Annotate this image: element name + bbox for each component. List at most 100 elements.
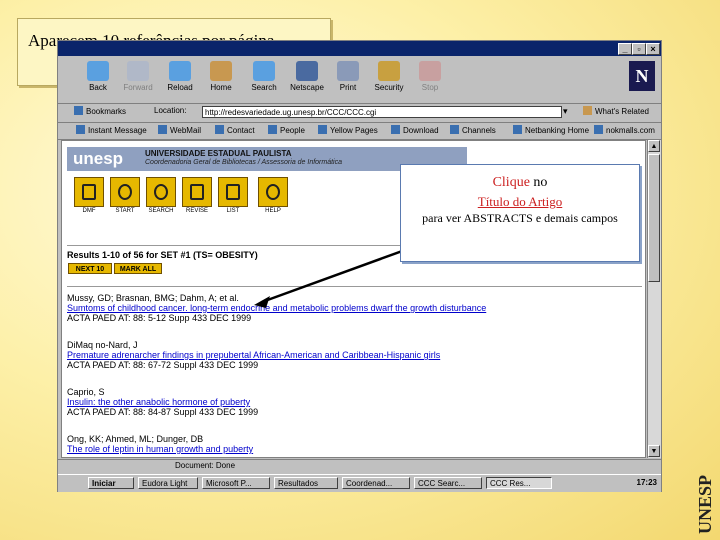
maximize-button[interactable]: ▫: [632, 43, 646, 55]
title-bar: _ ▫ ×: [58, 41, 661, 56]
callout-rest: para ver ABSTRACTS e demais campos: [422, 211, 618, 225]
bookmark-icon: [215, 125, 224, 134]
bookmark-icon: [76, 125, 85, 134]
next-10-button[interactable]: NEXT 10: [68, 263, 112, 274]
pt-yellow-pages[interactable]: Yellow Pages: [318, 125, 378, 135]
magnifier-icon: [146, 177, 176, 207]
pt-netbanking[interactable]: Netbanking Home: [513, 125, 589, 135]
print-button[interactable]: Print: [326, 61, 370, 92]
netscape-logo: N: [629, 61, 655, 91]
status-text: Document: Done: [175, 461, 236, 470]
scroll-up-icon[interactable]: ▲: [648, 140, 660, 152]
pt-people[interactable]: People: [268, 125, 305, 135]
task-eudora[interactable]: Eudora Light: [138, 477, 198, 489]
security-button[interactable]: Security: [367, 61, 411, 92]
home-icon: [74, 177, 104, 207]
whats-related-button[interactable]: What's Related: [583, 106, 649, 116]
record-1: Mussy, GD; Brasnan, BMG; Dahm, A; et al.…: [67, 293, 486, 323]
record-source: ACTA PAED AT: 88: 5-12 Supp 433 DEC 1999: [67, 313, 252, 323]
home-icon: [210, 61, 232, 81]
university-name: UNIVERSIDADE ESTADUAL PAULISTA: [145, 149, 292, 158]
pt-instant-message[interactable]: Instant Message: [76, 125, 147, 135]
bookmarks-button[interactable]: Bookmarks: [74, 106, 126, 116]
close-button[interactable]: ×: [646, 43, 660, 55]
stop-button[interactable]: Stop: [408, 61, 452, 92]
scroll-down-icon[interactable]: ▼: [648, 445, 660, 457]
pt-download[interactable]: Download: [391, 125, 439, 135]
vertical-scrollbar[interactable]: ▲ ▼: [647, 140, 661, 458]
record-authors: Caprio, S: [67, 387, 105, 397]
task-powerpoint[interactable]: Microsoft P...: [202, 477, 270, 489]
record-authors: Mussy, GD; Brasnan, BMG; Dahm, A; et al.: [67, 293, 239, 303]
location-label: Location:: [154, 106, 187, 115]
bookmark-icon: [74, 106, 83, 115]
pt-contact[interactable]: Contact: [215, 125, 255, 135]
personal-toolbar: Instant Message WebMail Contact People Y…: [58, 123, 661, 140]
scroll-thumb[interactable]: [648, 154, 660, 282]
bookmark-icon: [318, 125, 327, 134]
netscape-icon: [296, 61, 318, 81]
record-title-link[interactable]: Sumtoms of childhood cancer. long-term e…: [67, 303, 486, 313]
revise-button[interactable]: REVISE: [180, 177, 214, 214]
record-authors: Ong, KK; Ahmed, ML; Dunger, DB: [67, 434, 204, 444]
search-nav-button[interactable]: SEARCH: [144, 177, 178, 214]
bookmark-icon: [158, 125, 167, 134]
arrow-icon: [110, 177, 140, 207]
url-dropdown-icon[interactable]: ▾: [563, 106, 568, 117]
search-button[interactable]: Search: [242, 61, 286, 92]
reload-icon: [169, 61, 191, 81]
bookmark-icon: [391, 125, 400, 134]
start-button[interactable]: START: [108, 177, 142, 214]
record-3: Caprio, S Insulin: the other anabolic ho…: [67, 387, 258, 417]
forward-icon: [127, 61, 149, 81]
unesp-logo: unesp: [73, 149, 124, 168]
bookmark-icon: [450, 125, 459, 134]
record-title-link[interactable]: Premature adrenarcher findings in prepub…: [67, 350, 440, 360]
start-menu-button[interactable]: Iniciar: [88, 477, 134, 489]
url-input[interactable]: http://redesvariedade.ug.unesp.br/CCC/CC…: [202, 106, 562, 118]
related-icon: [583, 106, 592, 115]
back-icon: [87, 61, 109, 81]
reload-button[interactable]: Reload: [158, 61, 202, 92]
university-subtitle: Coordenadoria Geral de Bibliotecas / Ass…: [145, 159, 343, 166]
mark-all-button[interactable]: MARK ALL: [114, 263, 162, 274]
taskbar: Iniciar Eudora Light Microsoft P... Resu…: [58, 474, 661, 492]
results-heading: Results 1-10 of 56 for SET #1 (TS= OBESI…: [67, 250, 258, 260]
pt-channels[interactable]: Channels: [450, 125, 496, 135]
pt-webmail[interactable]: WebMail: [158, 125, 201, 135]
netscape-button[interactable]: Netscape: [285, 61, 329, 92]
question-icon: [258, 177, 288, 207]
minimize-button[interactable]: _: [618, 43, 632, 55]
record-title-link[interactable]: The role of leptin in human growth and p…: [67, 444, 253, 454]
callout-no: no: [533, 175, 548, 190]
task-resultados[interactable]: Resultados: [274, 477, 338, 489]
task-ccc-search[interactable]: CCC Searc...: [414, 477, 482, 489]
bookmark-icon: [268, 125, 277, 134]
clock: 17:23: [636, 478, 657, 487]
help-button[interactable]: HELP: [256, 177, 290, 214]
navigation-toolbar: Back Forward Reload Home Search Netscape…: [58, 57, 661, 104]
pt-nokmalls[interactable]: nokmalls.com: [594, 125, 655, 135]
callout-clique: Clique: [492, 175, 530, 190]
task-coordenadoria[interactable]: Coordenad...: [342, 477, 410, 489]
dmf-button[interactable]: DMF: [72, 177, 106, 214]
unesp-brand-logo: UNESP: [693, 438, 717, 534]
back-button[interactable]: Back: [76, 61, 120, 92]
stop-icon: [419, 61, 441, 81]
lock-icon: [378, 61, 400, 81]
record-title-link[interactable]: Insulin: the other anabolic hormone of p…: [67, 397, 258, 407]
divider: [67, 286, 642, 287]
browser-window: _ ▫ × Back Forward Reload Home Search Ne…: [57, 40, 662, 492]
home-button[interactable]: Home: [199, 61, 243, 92]
list-button[interactable]: LIST: [216, 177, 250, 214]
task-ccc-results[interactable]: CCC Res...: [486, 477, 552, 489]
bookmark-icon: [513, 125, 522, 134]
record-4: Ong, KK; Ahmed, ML; Dunger, DB The role …: [67, 434, 253, 454]
callout-box: Clique no Título do Artigo para ver ABST…: [400, 164, 640, 262]
bookmark-icon: [594, 125, 603, 134]
record-source: ACTA PAED AT: 88: 67-72 Suppl 433 DEC 19…: [67, 360, 259, 370]
book-icon: [182, 177, 212, 207]
forward-button[interactable]: Forward: [116, 61, 160, 92]
search-icon: [253, 61, 275, 81]
record-authors: DiMaq no-Nard, J: [67, 340, 138, 350]
